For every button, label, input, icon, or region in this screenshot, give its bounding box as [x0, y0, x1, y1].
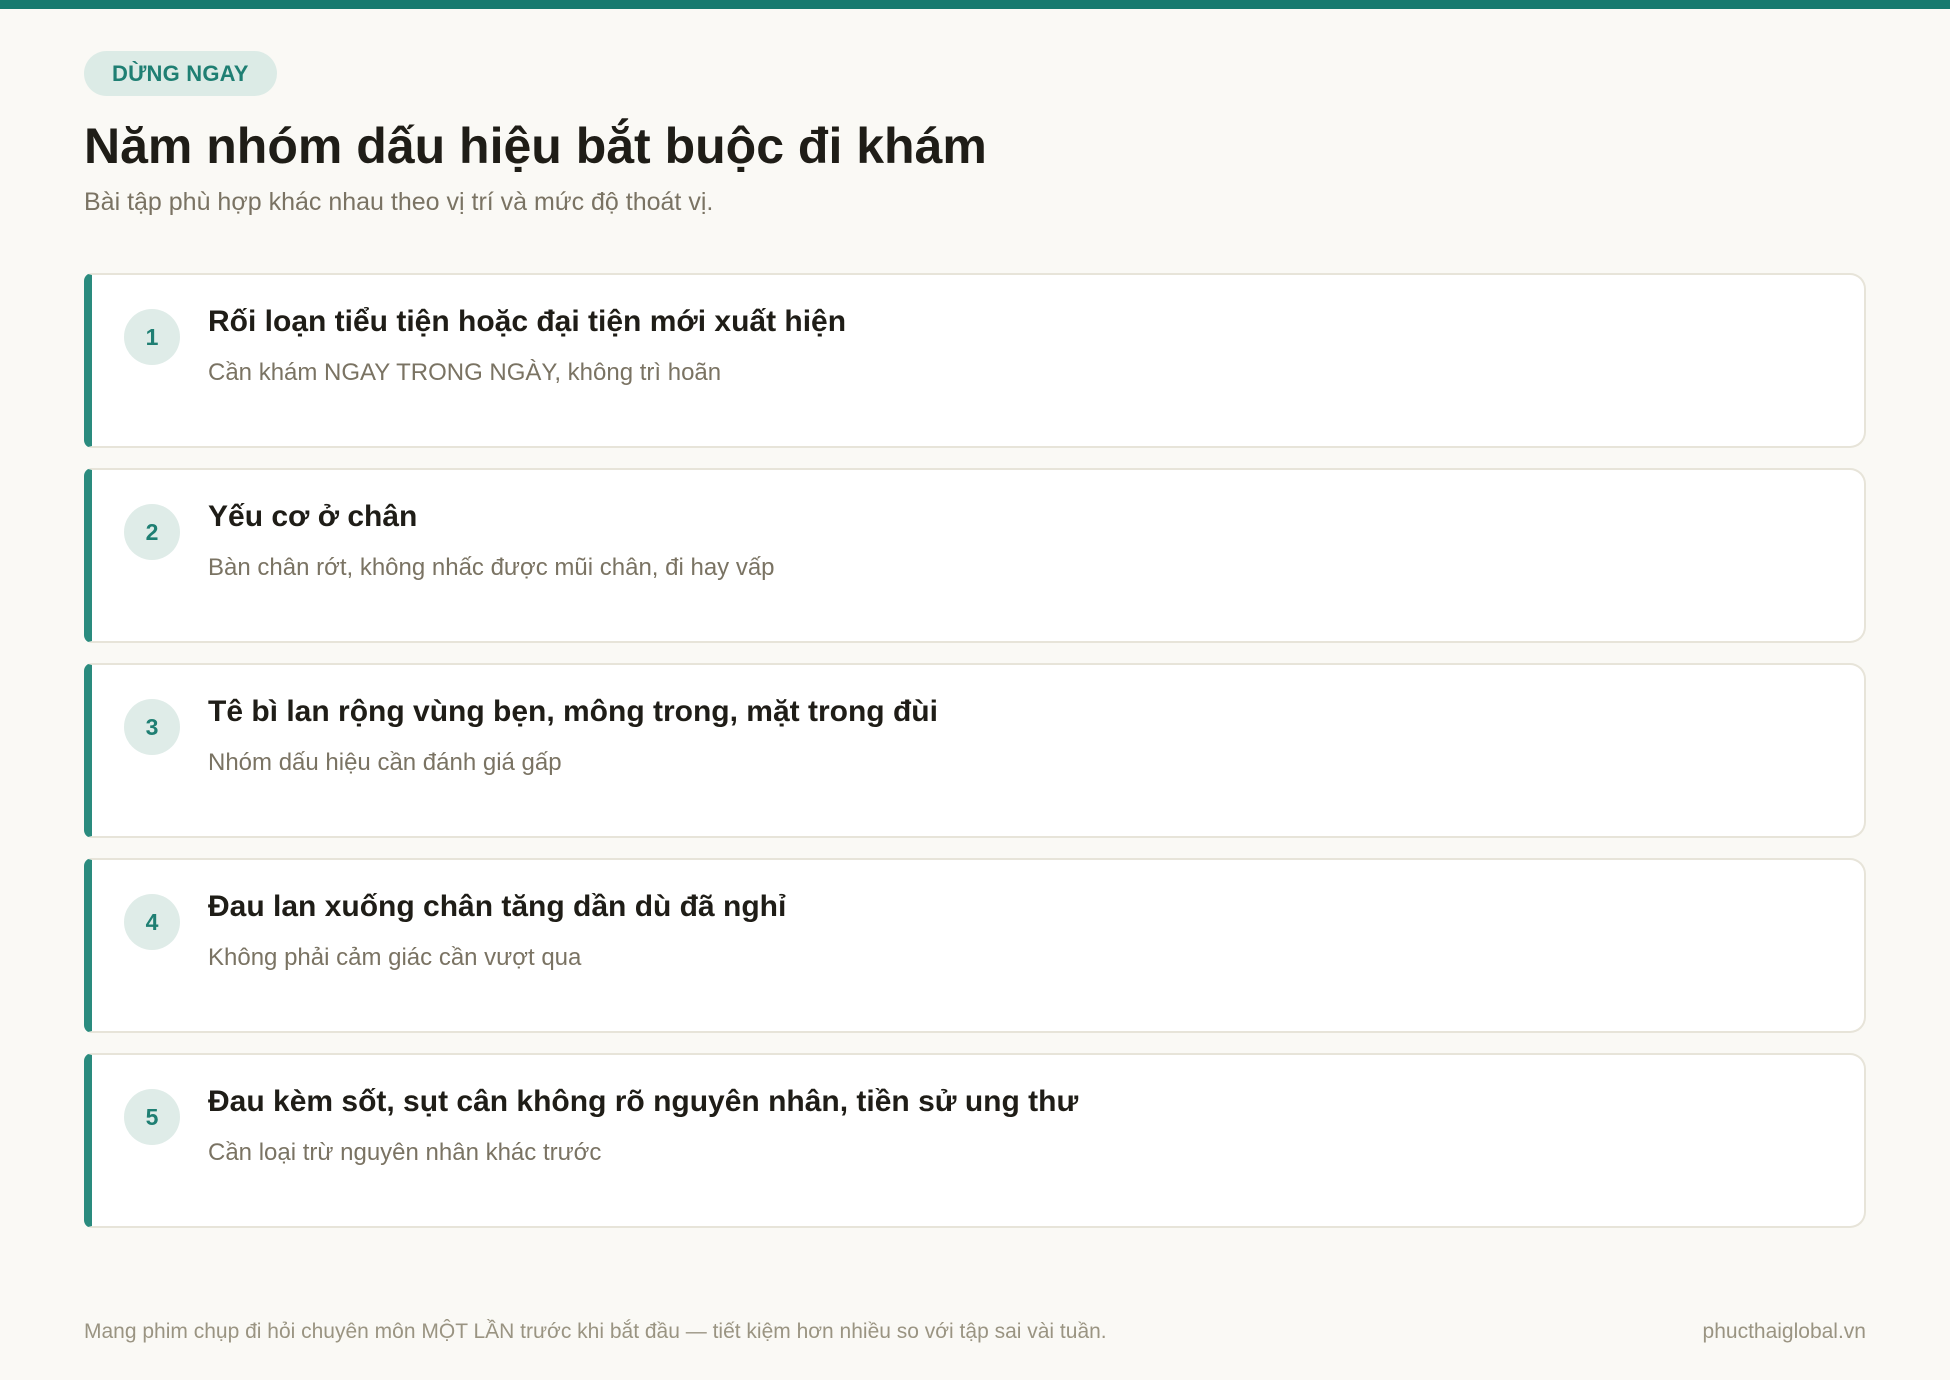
item-title: Đau lan xuống chân tăng dần dù đã nghỉ [208, 890, 787, 923]
item-title: Rối loạn tiểu tiện hoặc đại tiện mới xuấ… [208, 305, 847, 338]
item-title: Yếu cơ ở chân [208, 500, 418, 533]
item-description: Nhóm dấu hiệu cần đánh giá gấp [208, 749, 562, 776]
item-number-badge: 5 [124, 1089, 180, 1145]
item-number-badge: 3 [124, 699, 180, 755]
footer-brand-link[interactable]: phucthaiglobal.vn [1703, 1320, 1866, 1344]
warning-signs-list: 1 Rối loạn tiểu tiện hoặc đại tiện mới x… [84, 273, 1866, 1228]
list-item: 5 Đau kèm sốt, sụt cân không rõ nguyên n… [84, 1053, 1866, 1228]
stop-now-tag: DỪNG NGAY [84, 51, 277, 96]
list-item: 1 Rối loạn tiểu tiện hoặc đại tiện mới x… [84, 273, 1866, 448]
item-title: Đau kèm sốt, sụt cân không rõ nguyên nhâ… [208, 1085, 1079, 1118]
page-title: Năm nhóm dấu hiệu bắt buộc đi khám [84, 118, 987, 174]
main-content: DỪNG NGAY Năm nhóm dấu hiệu bắt buộc đi … [84, 51, 1866, 1248]
page-subtitle: Bài tập phù hợp khác nhau theo vị trí và… [84, 188, 714, 216]
top-accent-bar [0, 0, 1950, 9]
item-description: Không phải cảm giác cần vượt qua [208, 944, 582, 971]
item-description: Cần khám NGAY TRONG NGÀY, không trì hoãn [208, 359, 722, 386]
list-item: 3 Tê bì lan rộng vùng bẹn, mông trong, m… [84, 663, 1866, 838]
list-item: 4 Đau lan xuống chân tăng dần dù đã nghỉ… [84, 858, 1866, 1033]
item-number-badge: 4 [124, 894, 180, 950]
item-description: Bàn chân rớt, không nhấc được mũi chân, … [208, 554, 775, 581]
item-number-badge: 2 [124, 504, 180, 560]
item-description: Cần loại trừ nguyên nhân khác trước [208, 1139, 602, 1166]
list-item: 2 Yếu cơ ở chân Bàn chân rớt, không nhấc… [84, 468, 1866, 643]
footer-note: Mang phim chụp đi hỏi chuyên môn MỘT LẦN… [84, 1320, 1107, 1343]
item-number-badge: 1 [124, 309, 180, 365]
item-title: Tê bì lan rộng vùng bẹn, mông trong, mặt… [208, 695, 938, 728]
